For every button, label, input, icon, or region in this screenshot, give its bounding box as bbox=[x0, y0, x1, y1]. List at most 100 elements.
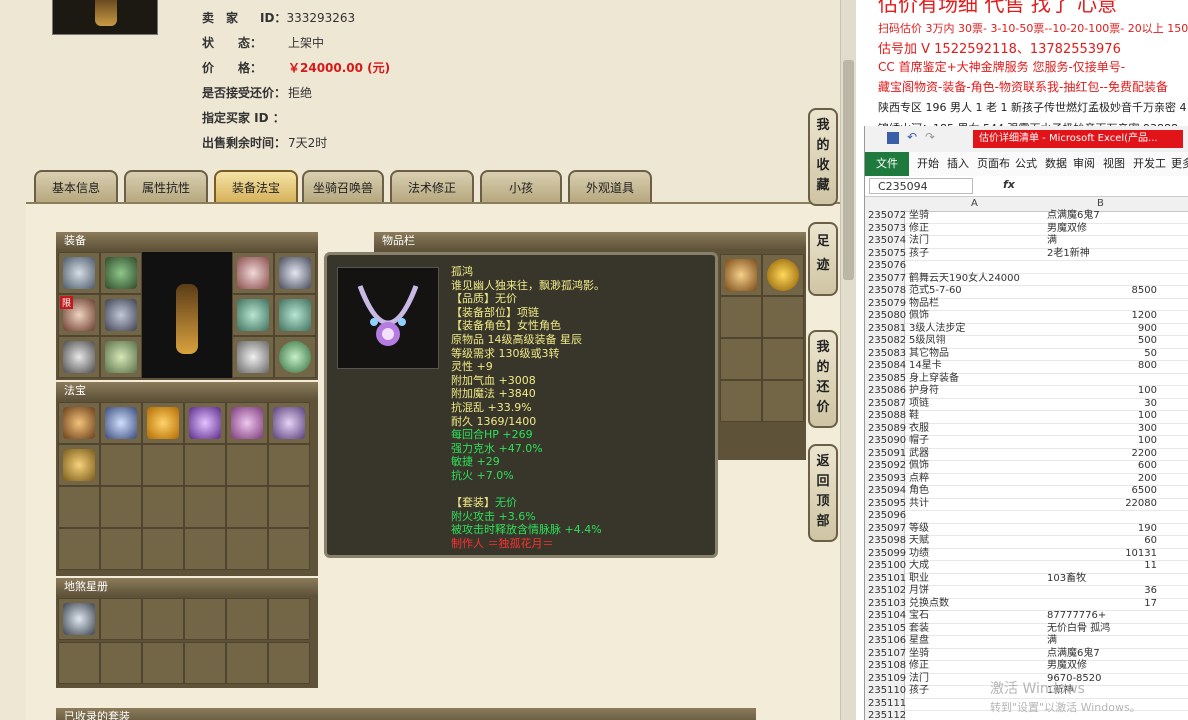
row-number[interactable]: 235087 bbox=[865, 397, 906, 410]
tab-appearance[interactable]: 外观道具 bbox=[568, 170, 652, 202]
cell-a[interactable]: 修正 bbox=[909, 223, 929, 236]
fabao-slot[interactable] bbox=[268, 528, 310, 570]
fabao-slot[interactable] bbox=[142, 402, 184, 444]
equip-slot-helmet[interactable] bbox=[58, 252, 100, 294]
fabao-slot[interactable] bbox=[184, 402, 226, 444]
ribbon-tab[interactable]: 开始 bbox=[917, 156, 939, 172]
cell-b[interactable]: 87777776+ bbox=[1047, 610, 1157, 623]
dishen-slot[interactable] bbox=[268, 598, 310, 640]
dishen-slot[interactable] bbox=[268, 642, 310, 684]
cell-a[interactable]: 孩子 bbox=[909, 685, 929, 698]
cell-b[interactable]: 103畜牧 bbox=[1047, 573, 1157, 586]
row-number[interactable]: 235079 bbox=[865, 297, 906, 310]
table-row[interactable]: 235085 身上穿装备 bbox=[865, 372, 1188, 386]
cell-a[interactable]: 佩饰 bbox=[909, 310, 929, 323]
cell-b[interactable]: 200 bbox=[1045, 473, 1157, 486]
fabao-slot[interactable] bbox=[58, 444, 100, 486]
cell-b[interactable]: 点满魔6鬼7 bbox=[1047, 210, 1157, 223]
cell-b[interactable]: 300 bbox=[1045, 423, 1157, 436]
ribbon-tab[interactable]: 开发工 bbox=[1133, 156, 1166, 172]
cell-a[interactable]: 点粹 bbox=[909, 473, 929, 486]
tab-basic-info[interactable]: 基本信息 bbox=[34, 170, 118, 202]
cell-b[interactable]: 满 bbox=[1047, 635, 1157, 648]
row-number[interactable]: 235092 bbox=[865, 460, 906, 473]
cell-a[interactable]: 坐骑 bbox=[909, 648, 929, 661]
table-row[interactable]: 235106 星盘 满 bbox=[865, 635, 1188, 649]
cell-b[interactable]: 男魔双修 bbox=[1047, 660, 1157, 673]
equip-slot-weapon[interactable]: 限 bbox=[58, 294, 100, 336]
equip-slot-boots[interactable] bbox=[100, 336, 142, 378]
cell-a[interactable]: 物品栏 bbox=[909, 298, 939, 311]
equip-slot-ornament[interactable] bbox=[274, 252, 316, 294]
cell-b[interactable]: 点满魔6鬼7 bbox=[1047, 648, 1157, 661]
fabao-slot[interactable] bbox=[184, 528, 226, 570]
cell-a[interactable]: 职业 bbox=[909, 573, 929, 586]
row-number[interactable]: 235112 bbox=[865, 710, 906, 720]
cell-a[interactable]: 坐骑 bbox=[909, 210, 929, 223]
cell-b[interactable]: 100 bbox=[1045, 435, 1157, 448]
row-number[interactable]: 235093 bbox=[865, 472, 906, 485]
ribbon-tab-file[interactable]: 文件 bbox=[865, 152, 909, 176]
fabao-slot[interactable] bbox=[100, 444, 142, 486]
cell-a[interactable]: 大成 bbox=[909, 560, 929, 573]
table-row[interactable]: 235074 法门 满 bbox=[865, 235, 1188, 249]
table-row[interactable]: 235075 孩子 2老1新神 bbox=[865, 247, 1188, 261]
page-scrollbar[interactable] bbox=[840, 0, 856, 720]
tab-equipment[interactable]: 装备法宝 bbox=[214, 170, 298, 202]
table-row[interactable]: 235079 物品栏 bbox=[865, 297, 1188, 311]
inventory-slot[interactable] bbox=[720, 338, 762, 380]
row-number[interactable]: 235100 bbox=[865, 560, 906, 573]
table-row[interactable]: 235084 14星卡 800 bbox=[865, 360, 1188, 374]
table-row[interactable]: 235077 鹤舞云天190女人24000 bbox=[865, 272, 1188, 286]
fabao-slot[interactable] bbox=[100, 486, 142, 528]
dishen-slot[interactable] bbox=[100, 598, 142, 640]
row-number[interactable]: 235104 bbox=[865, 610, 906, 623]
cell-a[interactable]: 孩子 bbox=[909, 248, 929, 261]
table-row[interactable]: 235073 修正 男魔双修 bbox=[865, 222, 1188, 236]
cell-a[interactable]: 身上穿装备 bbox=[909, 373, 959, 386]
ribbon-tab[interactable]: 数据 bbox=[1045, 156, 1067, 172]
undo-icon[interactable]: ↶ bbox=[907, 130, 917, 144]
fabao-slot[interactable] bbox=[142, 486, 184, 528]
tab-attributes[interactable]: 属性抗性 bbox=[124, 170, 208, 202]
equip-slot-ring-2[interactable] bbox=[274, 294, 316, 336]
row-number[interactable]: 235084 bbox=[865, 360, 906, 373]
row-number[interactable]: 235090 bbox=[865, 435, 906, 448]
table-row[interactable]: 235076 bbox=[865, 260, 1188, 274]
table-row[interactable]: 235100 大成 11 bbox=[865, 560, 1188, 574]
cell-a[interactable]: 月饼 bbox=[909, 585, 929, 598]
ribbon-tab[interactable]: 更多 bbox=[1171, 156, 1188, 172]
row-number[interactable]: 235099 bbox=[865, 547, 906, 560]
fabao-slot[interactable] bbox=[226, 486, 268, 528]
equip-slot-robe[interactable] bbox=[100, 294, 142, 336]
ribbon-tab[interactable]: 公式 bbox=[1015, 156, 1037, 172]
table-row[interactable]: 235089 衣服 300 bbox=[865, 422, 1188, 436]
my-offers-button[interactable]: 我的还价 bbox=[808, 330, 838, 428]
row-number[interactable]: 235095 bbox=[865, 497, 906, 510]
table-row[interactable]: 235098 天赋 60 bbox=[865, 535, 1188, 549]
cell-a[interactable]: 兑换点数 bbox=[909, 598, 949, 611]
table-row[interactable]: 235094 角色 6500 bbox=[865, 485, 1188, 499]
equip-slot-orb[interactable] bbox=[274, 336, 316, 378]
row-number[interactable]: 235108 bbox=[865, 660, 906, 673]
table-row[interactable]: 235088 鞋 100 bbox=[865, 410, 1188, 424]
cell-a[interactable]: 帽子 bbox=[909, 435, 929, 448]
row-number[interactable]: 235077 bbox=[865, 272, 906, 285]
row-number[interactable]: 235091 bbox=[865, 447, 906, 460]
cell-b[interactable]: 11 bbox=[1045, 560, 1157, 573]
inventory-slot[interactable] bbox=[762, 380, 804, 422]
table-row[interactable]: 235087 项链 30 bbox=[865, 397, 1188, 411]
cell-a[interactable]: 星盘 bbox=[909, 635, 929, 648]
dishen-slot[interactable] bbox=[184, 598, 226, 640]
cell-b[interactable]: 800 bbox=[1045, 360, 1157, 373]
fabao-slot[interactable] bbox=[58, 486, 100, 528]
fabao-slot[interactable] bbox=[268, 486, 310, 528]
row-number[interactable]: 235078 bbox=[865, 285, 906, 298]
cell-b[interactable]: 2老1新神 bbox=[1047, 248, 1157, 261]
cell-b[interactable]: 60 bbox=[1045, 535, 1157, 548]
row-number[interactable]: 235075 bbox=[865, 247, 906, 260]
cell-a[interactable]: 天赋 bbox=[909, 535, 929, 548]
cell-b[interactable]: 22080 bbox=[1045, 498, 1157, 511]
cell-b[interactable]: 10131 bbox=[1045, 548, 1157, 561]
row-number[interactable]: 235083 bbox=[865, 347, 906, 360]
